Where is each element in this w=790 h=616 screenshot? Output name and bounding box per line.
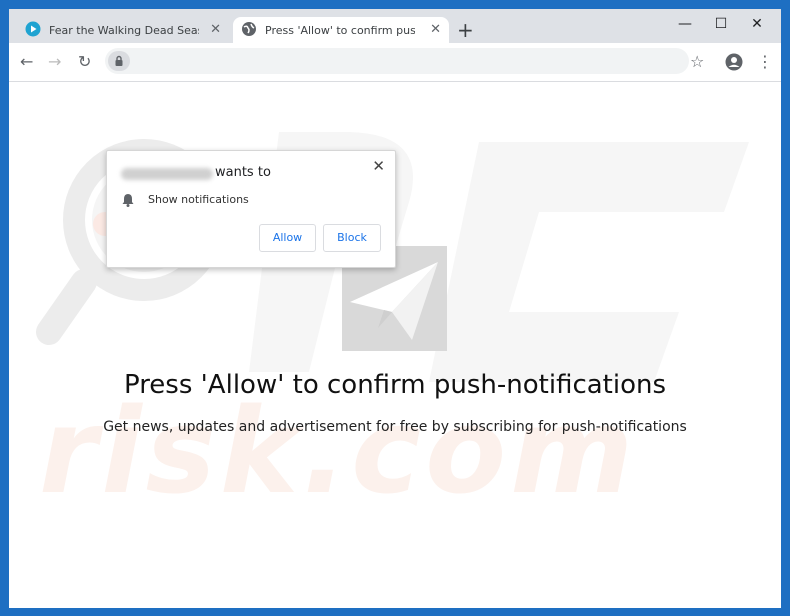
globe-icon (241, 21, 257, 40)
block-button[interactable]: Block (323, 224, 381, 252)
tab-title: Fear the Walking Dead Season 5 (49, 23, 199, 37)
watermark-text: risk.com (39, 382, 638, 520)
browser-toolbar: ← → ↻ ☆ ⋮ (9, 43, 781, 82)
tab-close-icon[interactable]: ✕ (210, 22, 221, 38)
allow-button[interactable]: Allow (259, 224, 316, 252)
maximize-button[interactable]: ☐ (703, 13, 739, 35)
popup-close-icon[interactable]: ✕ (372, 157, 385, 175)
tab-title: Press 'Allow' to confirm push-notificati… (265, 23, 415, 37)
address-bar[interactable] (105, 48, 689, 74)
browser-menu-icon[interactable]: ⋮ (757, 52, 773, 72)
reload-button[interactable]: ↻ (78, 52, 91, 72)
back-button[interactable]: ← (20, 52, 33, 72)
new-tab-button[interactable]: + (457, 20, 474, 40)
bookmark-star-icon[interactable]: ☆ (690, 52, 704, 72)
tab-press-allow[interactable]: Press 'Allow' to confirm push-notificati… (233, 17, 449, 43)
forward-button[interactable]: → (48, 52, 61, 72)
tab-close-icon[interactable]: ✕ (430, 22, 441, 38)
popup-site-name (121, 168, 213, 180)
page-content: risk.com Press 'Allow' to confirm push-n… (9, 82, 781, 608)
tab-fear-the-walking-dead[interactable]: Fear the Walking Dead Season 5 ✕ (17, 17, 229, 43)
show-notifications-label: Show notifications (148, 193, 249, 206)
lock-icon[interactable] (108, 51, 130, 71)
play-circle-icon (25, 21, 41, 40)
page-subline: Get news, updates and advertisement for … (103, 419, 687, 435)
minimize-button[interactable]: — (667, 13, 703, 35)
browser-window: Fear the Walking Dead Season 5 ✕ Press '… (9, 9, 781, 608)
popup-wants-to: wants to (215, 165, 271, 180)
tab-strip: Fear the Walking Dead Season 5 ✕ Press '… (9, 9, 781, 43)
page-headline: Press 'Allow' to confirm push-notificati… (123, 370, 667, 400)
profile-avatar[interactable] (725, 53, 743, 75)
notification-permission-popup: wants to ✕ Show notifications Allow Bloc… (106, 150, 396, 268)
close-window-button[interactable]: ✕ (739, 13, 775, 35)
bell-icon (121, 192, 135, 211)
